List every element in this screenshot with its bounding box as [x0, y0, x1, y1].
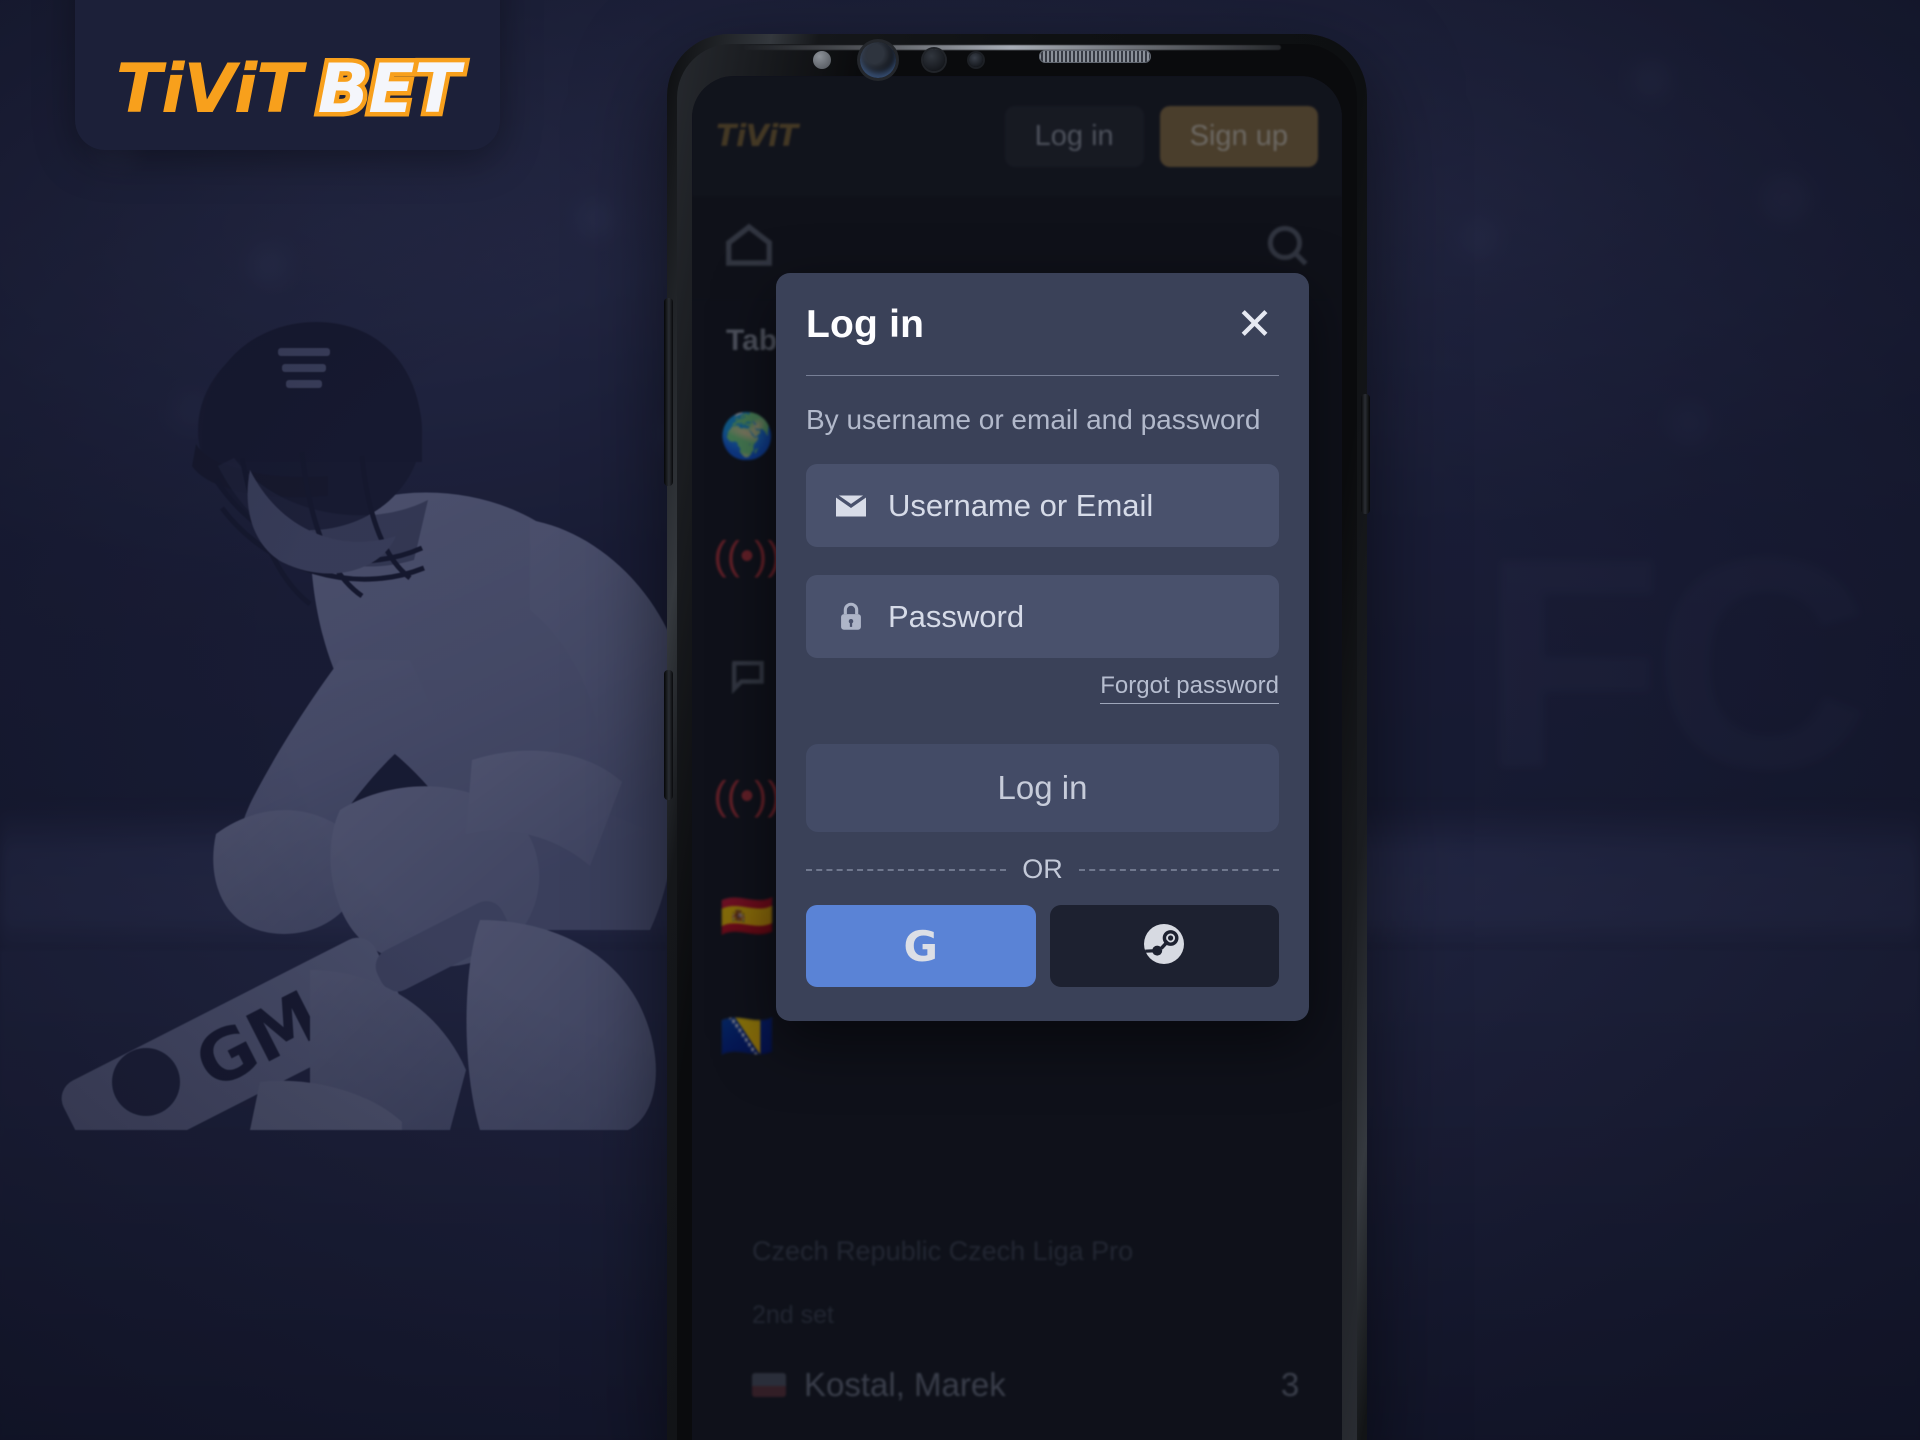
password-field[interactable]: Password — [806, 575, 1279, 658]
forgot-password-row: Forgot password — [806, 672, 1279, 704]
modal-header: Log in ✕ — [806, 303, 1279, 347]
logo-bet: BET — [313, 50, 465, 129]
lock-icon — [832, 598, 870, 636]
divider-line-left — [806, 868, 1007, 871]
earpiece-speaker-icon — [1039, 50, 1151, 63]
login-modal: Log in ✕ By username or email and passwo… — [776, 273, 1309, 1021]
tivitbet-logo-text: TiViT BET — [116, 51, 465, 128]
steam-login-button[interactable] — [1049, 905, 1279, 987]
status-led-icon — [813, 51, 831, 69]
username-field[interactable]: Username or Email — [806, 464, 1279, 547]
modal-subtitle: By username or email and password — [806, 404, 1261, 435]
envelope-icon — [832, 487, 870, 525]
iris-scanner-icon — [923, 49, 945, 71]
divider-line-right — [1078, 868, 1279, 871]
tivitbet-logo-badge: TiViT BET — [75, 0, 500, 150]
phone-mockup: TiViT Log in Sign up Tab s 🌍 ( — [664, 34, 1370, 1440]
forgot-password-link[interactable]: Forgot password — [1100, 672, 1279, 704]
google-g-icon: G — [903, 921, 938, 971]
power-button[interactable] — [1361, 394, 1370, 514]
password-placeholder: Password — [888, 598, 1025, 634]
close-icon[interactable]: ✕ — [1230, 303, 1279, 347]
modal-divider — [806, 375, 1279, 376]
volume-down-button[interactable] — [664, 670, 673, 800]
logo-tivit: TiViT — [115, 50, 303, 129]
social-login-row: G — [806, 905, 1279, 987]
volume-up-button[interactable] — [664, 298, 673, 486]
google-login-button[interactable]: G — [806, 905, 1036, 987]
page-title: Log in — [806, 303, 925, 346]
phone-screen: TiViT Log in Sign up Tab s 🌍 ( — [692, 76, 1342, 1440]
front-camera-icon — [860, 42, 896, 78]
divider-label: OR — [1022, 854, 1063, 884]
or-divider: OR — [806, 854, 1279, 885]
proximity-sensor-icon — [969, 53, 983, 67]
login-submit-button[interactable]: Log in — [806, 744, 1279, 832]
username-placeholder: Username or Email — [888, 487, 1154, 523]
phone-sensor-array — [667, 34, 1367, 78]
steam-icon — [1140, 920, 1188, 973]
